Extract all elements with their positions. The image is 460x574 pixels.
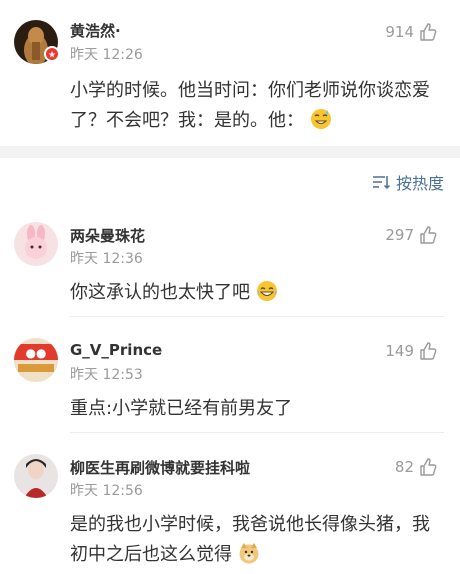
doge-emoji-icon (239, 543, 259, 564)
comment-time: 昨天 12:56 (70, 483, 143, 499)
avatar[interactable]: ●● (14, 338, 58, 382)
like-button[interactable]: 82 (395, 457, 438, 477)
comment-text: 小学的时候。他当时问：你们老师说你谈恋爱了？不会吧？我：是的。他： (70, 76, 444, 136)
comment-text: 是的我也小学时候，我爸说他长得像头猪，我初中之后也这么觉得 (70, 510, 444, 570)
like-button[interactable]: 149 (385, 341, 438, 361)
section-divider (0, 146, 460, 158)
comment-text-content: 你这承认的也太快了吧 (70, 282, 250, 303)
comment-time: 昨天 12:36 (70, 251, 143, 267)
row-divider (70, 432, 444, 433)
comment-text-content: 重点:小学就已经有前男友了 (70, 398, 293, 419)
reply-item: 两朵曼珠花 昨天 12:36 297 你这承认的也太快了吧 (0, 214, 460, 317)
thumb-up-icon (420, 458, 437, 476)
laugh-cry-emoji-icon (256, 281, 277, 301)
avatar[interactable] (14, 222, 58, 266)
like-count: 297 (385, 226, 414, 244)
like-count: 914 (385, 23, 414, 41)
original-comment: ★ 黄浩然· 昨天 12:26 914 小学的时候。他当时问：你们老师说你谈恋爱… (0, 0, 460, 146)
comment-text: 重点:小学就已经有前男友了 (70, 394, 444, 424)
sweat-smile-emoji-icon (310, 109, 331, 129)
author-name[interactable]: 黄浩然· (70, 20, 121, 41)
like-button[interactable]: 297 (385, 225, 438, 245)
author-name[interactable]: 柳医生再刷微博就要挂科啦 (70, 457, 250, 478)
sort-by-hot-button[interactable]: 按热度 (372, 170, 444, 194)
avatar[interactable] (14, 454, 58, 498)
comment-text-content: 小学的时候。他当时问：你们老师说你谈恋爱了？不会吧？我：是的。他： (70, 80, 430, 131)
comment-time: 昨天 12:53 (70, 367, 143, 383)
comment-text: 你这承认的也太快了吧 (70, 278, 444, 308)
svg-text:●●: ●● (26, 346, 47, 360)
like-count: 82 (394, 458, 414, 476)
comment-time: 昨天 12:26 (70, 47, 143, 63)
sort-icon (372, 176, 390, 190)
row-divider (70, 316, 444, 317)
reply-item: ●● G_V_Prince 昨天 12:53 149 重点:小学就已经有前男友了 (0, 330, 460, 433)
thumb-up-icon (420, 23, 437, 41)
svg-text:★: ★ (48, 51, 56, 61)
like-count: 149 (385, 342, 414, 360)
thumb-up-icon (420, 226, 437, 244)
verified-badge-icon: ★ (44, 46, 60, 62)
thumb-up-icon (420, 342, 437, 360)
reply-item: 柳医生再刷微博就要挂科啦 昨天 12:56 82 是的我也小学时候，我爸说他长得… (0, 446, 460, 574)
author-name[interactable]: G_V_Prince (70, 341, 162, 359)
sort-label: 按热度 (395, 174, 444, 193)
like-button[interactable]: 914 (385, 22, 438, 42)
author-name[interactable]: 两朵曼珠花 (70, 225, 145, 246)
